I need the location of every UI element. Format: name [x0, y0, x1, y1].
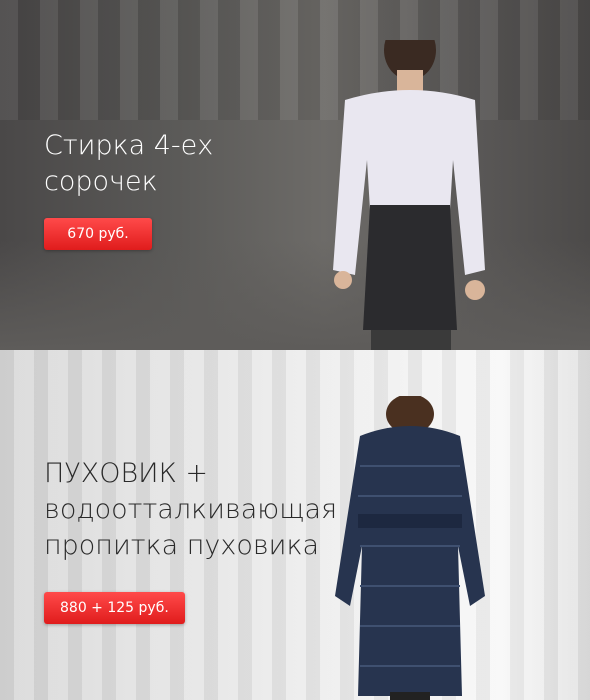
- promo-banner-shirts[interactable]: Стирка 4-ех сорочек 670 руб.: [0, 0, 590, 350]
- title-line: ПУХОВИК +: [44, 458, 208, 489]
- promo-banner-down-jacket[interactable]: ПУХОВИК + водоотталкивающая пропитка пух…: [0, 350, 590, 700]
- title-line: пропитка пуховика: [44, 530, 320, 561]
- title-line: Стирка 4-ех: [44, 130, 214, 161]
- price-button[interactable]: 670 руб.: [44, 218, 152, 250]
- banner-title: Стирка 4-ех сорочек: [44, 128, 213, 200]
- banner-title: ПУХОВИК + водоотталкивающая пропитка пух…: [44, 456, 337, 564]
- title-line: сорочек: [44, 166, 158, 197]
- woman-in-shirt-image: [333, 40, 485, 350]
- price-button[interactable]: 880 + 125 руб.: [44, 592, 185, 624]
- title-line: водоотталкивающая: [44, 494, 338, 525]
- woman-in-down-jacket-image: [335, 396, 485, 700]
